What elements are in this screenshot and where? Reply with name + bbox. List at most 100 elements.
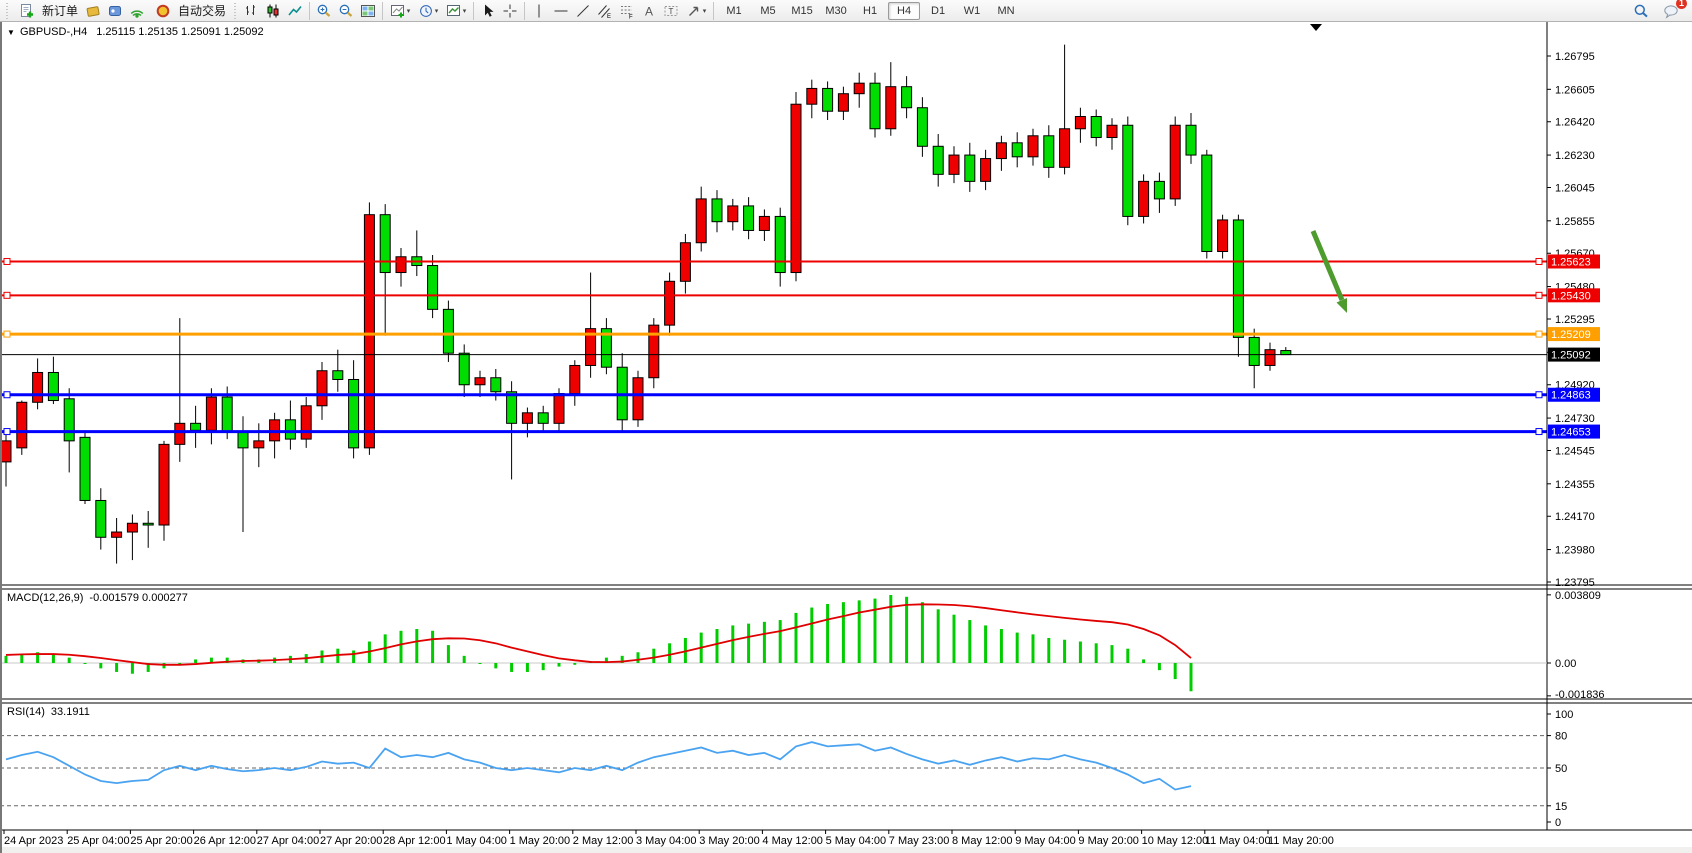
candle-body[interactable]: [475, 378, 485, 385]
candle-body[interactable]: [1012, 143, 1022, 157]
candle-body[interactable]: [775, 216, 785, 272]
candle-body[interactable]: [143, 523, 153, 525]
candle-body[interactable]: [917, 108, 927, 147]
candle-body[interactable]: [791, 104, 801, 272]
candle-body[interactable]: [396, 257, 406, 273]
candle-body[interactable]: [1, 441, 11, 462]
horizontal-line-icon[interactable]: [550, 1, 572, 21]
candle-body[interactable]: [364, 215, 374, 448]
crosshair-icon[interactable]: [499, 1, 521, 21]
candle-body[interactable]: [48, 372, 58, 400]
candle-body[interactable]: [1107, 125, 1117, 137]
hline-anchor[interactable]: [4, 429, 10, 435]
candle-body[interactable]: [1091, 116, 1101, 137]
candle-body[interactable]: [285, 420, 295, 439]
candle-body[interactable]: [301, 406, 311, 439]
hline-anchor[interactable]: [1536, 392, 1542, 398]
candle-body[interactable]: [759, 216, 769, 230]
candle-body[interactable]: [965, 155, 975, 181]
candle-body[interactable]: [570, 365, 580, 393]
candle-body[interactable]: [80, 437, 90, 500]
candle-body[interactable]: [222, 397, 232, 432]
cursor-icon[interactable]: [477, 1, 499, 21]
candle-body[interactable]: [933, 146, 943, 174]
tf-button-M15[interactable]: M15: [786, 2, 818, 20]
candle-body[interactable]: [838, 94, 848, 112]
new-chart-icon[interactable]: ▾: [386, 1, 414, 21]
candle-body[interactable]: [238, 432, 248, 448]
candle-body[interactable]: [538, 413, 548, 424]
candle-body[interactable]: [491, 378, 501, 392]
chart-candles-icon[interactable]: [262, 1, 284, 21]
candle-body[interactable]: [17, 402, 27, 448]
search-icon[interactable]: [1630, 1, 1652, 21]
candle-body[interactable]: [112, 532, 122, 537]
candle-body[interactable]: [902, 87, 912, 108]
candle-body[interactable]: [459, 353, 469, 385]
candle-body[interactable]: [349, 379, 359, 447]
candle-body[interactable]: [317, 371, 327, 406]
signals-icon[interactable]: [126, 1, 148, 21]
candle-body[interactable]: [191, 423, 201, 430]
vertical-line-icon[interactable]: [528, 1, 550, 21]
candle-body[interactable]: [996, 143, 1006, 159]
candle-body[interactable]: [159, 444, 169, 525]
tf-button-H4[interactable]: H4: [888, 2, 920, 20]
tf-button-H1[interactable]: H1: [854, 2, 886, 20]
candle-body[interactable]: [823, 88, 833, 111]
candle-body[interactable]: [1202, 155, 1212, 251]
equidistant-channel-icon[interactable]: E: [594, 1, 616, 21]
candle-body[interactable]: [886, 87, 896, 129]
zoom-in-icon[interactable]: [313, 1, 335, 21]
candle-body[interactable]: [428, 266, 438, 310]
templates-icon[interactable]: ▾: [442, 1, 470, 21]
hline-anchor[interactable]: [4, 331, 10, 337]
candle-body[interactable]: [1218, 220, 1228, 252]
candle-body[interactable]: [1249, 337, 1259, 365]
toolbar-grip[interactable]: [4, 3, 10, 19]
tf-button-M5[interactable]: M5: [752, 2, 784, 20]
trendline-icon[interactable]: [572, 1, 594, 21]
candle-body[interactable]: [1028, 136, 1038, 157]
chart-bars-icon[interactable]: [240, 1, 262, 21]
candle-body[interactable]: [175, 423, 185, 444]
chart-line-icon[interactable]: [284, 1, 306, 21]
hline-anchor[interactable]: [1536, 331, 1542, 337]
candle-body[interactable]: [33, 372, 43, 402]
candle-body[interactable]: [981, 159, 991, 182]
arrows-tool-icon[interactable]: ▾: [682, 1, 710, 21]
candle-body[interactable]: [1075, 116, 1085, 128]
tile-windows-icon[interactable]: [357, 1, 379, 21]
candle-body[interactable]: [728, 206, 738, 222]
candle-body[interactable]: [712, 199, 722, 222]
metaeditor-icon[interactable]: [82, 1, 104, 21]
toolbar-grip[interactable]: [232, 3, 238, 19]
text-label-icon[interactable]: T: [660, 1, 682, 21]
candle-body[interactable]: [1265, 350, 1275, 366]
terminal-icon[interactable]: [104, 1, 126, 21]
chart-expand-icon[interactable]: ▼: [7, 28, 15, 37]
candle-body[interactable]: [254, 441, 264, 448]
candle-body[interactable]: [1154, 181, 1164, 199]
tf-button-M1[interactable]: M1: [718, 2, 750, 20]
hline-anchor[interactable]: [4, 258, 10, 264]
candle-body[interactable]: [507, 392, 517, 424]
candle-body[interactable]: [949, 155, 959, 174]
candle-body[interactable]: [633, 378, 643, 420]
candle-body[interactable]: [127, 523, 137, 532]
candle-body[interactable]: [696, 199, 706, 243]
text-icon[interactable]: A: [638, 1, 660, 21]
candle-body[interactable]: [1281, 351, 1291, 355]
pane-separator[interactable]: [0, 585, 1692, 589]
periods-icon[interactable]: ▾: [414, 1, 442, 21]
fibonacci-icon[interactable]: F: [616, 1, 638, 21]
candle-body[interactable]: [1060, 129, 1070, 168]
chat-icon[interactable]: 1: [1660, 1, 1682, 21]
candle-body[interactable]: [1123, 125, 1133, 216]
candle-body[interactable]: [1170, 125, 1180, 199]
candle-body[interactable]: [554, 394, 564, 424]
candle-body[interactable]: [96, 500, 106, 537]
hline-anchor[interactable]: [4, 292, 10, 298]
hline-anchor[interactable]: [4, 392, 10, 398]
autotrading-button[interactable]: 自动交易: [148, 1, 230, 21]
